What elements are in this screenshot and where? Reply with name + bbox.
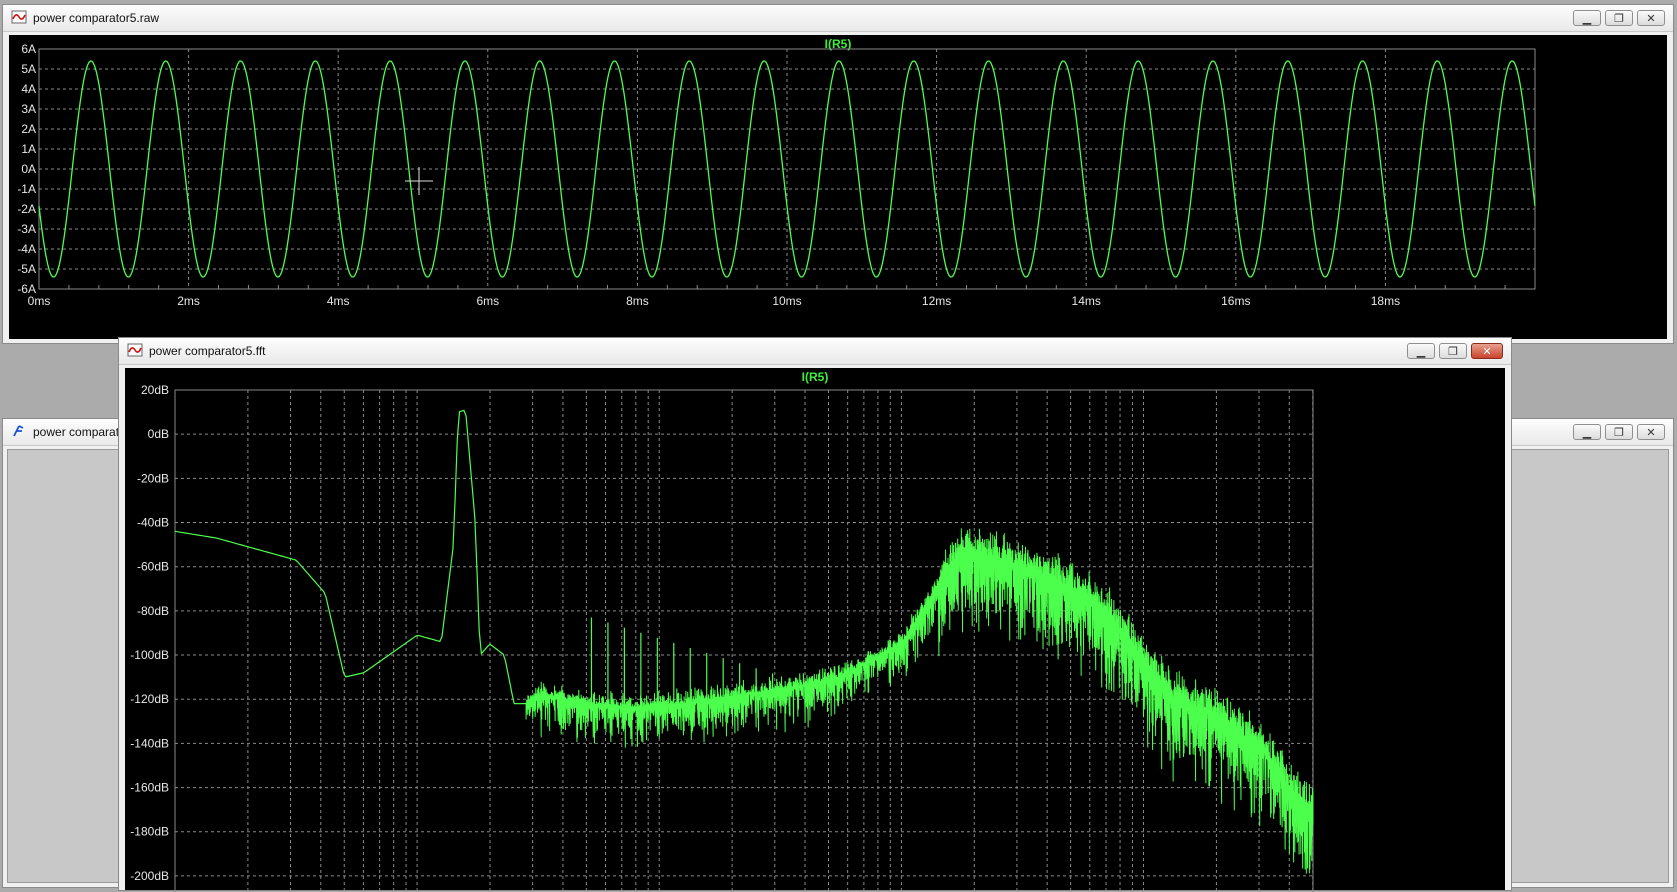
x-tick-label: 4ms xyxy=(327,294,350,308)
close-button[interactable]: ✕ xyxy=(1637,10,1665,26)
y-tick-label: -20dB xyxy=(137,471,169,485)
maximize-icon: ❐ xyxy=(1614,11,1624,25)
y-tick-label: -160dB xyxy=(130,781,169,795)
y-tick-label: -5A xyxy=(17,262,36,276)
y-tick-label: -4A xyxy=(17,242,36,256)
y-tick-label: -2A xyxy=(17,202,36,216)
maximize-button[interactable]: ❐ xyxy=(1439,343,1467,359)
y-tick-label: -100dB xyxy=(130,648,169,662)
close-button[interactable]: ✕ xyxy=(1471,343,1503,359)
y-tick-label: -180dB xyxy=(130,825,169,839)
x-tick-label: 6ms xyxy=(476,294,499,308)
fft-titlebar[interactable]: power comparator5.fft ▁ ❐ ✕ xyxy=(119,338,1511,365)
fft-window[interactable]: power comparator5.fft ▁ ❐ ✕ I(R5) 20dB 0d… xyxy=(118,337,1512,892)
y-tick-label: -60dB xyxy=(137,560,169,574)
y-tick-label: -3A xyxy=(17,222,36,236)
y-tick-label: -80dB xyxy=(137,604,169,618)
x-tick-label: 8ms xyxy=(626,294,649,308)
y-tick-label: 0A xyxy=(21,162,36,176)
close-icon: ✕ xyxy=(1482,344,1492,358)
maximize-icon: ❐ xyxy=(1448,344,1458,358)
fft-trace-noise xyxy=(525,528,1314,874)
y-tick-label: -120dB xyxy=(130,692,169,706)
waveform-title: power comparator5.raw xyxy=(33,11,160,25)
y-tick-label: -200dB xyxy=(130,869,169,883)
close-icon: ✕ xyxy=(1646,425,1656,439)
close-icon: ✕ xyxy=(1646,11,1656,25)
y-tick-label: -140dB xyxy=(130,736,169,750)
fft-title: power comparator5.fft xyxy=(149,344,266,358)
minimize-icon: ▁ xyxy=(1416,344,1426,358)
y-tick-label: 6A xyxy=(21,42,36,56)
fft-app-icon xyxy=(127,343,143,357)
y-tick-label: 0dB xyxy=(148,427,169,441)
close-button[interactable]: ✕ xyxy=(1637,424,1665,440)
waveform-titlebar[interactable]: power comparator5.raw ▁ ❐ ✕ xyxy=(3,5,1673,32)
x-tick-label: 18ms xyxy=(1371,294,1400,308)
y-tick-label: -1A xyxy=(17,182,36,196)
x-tick-label: 2ms xyxy=(177,294,200,308)
y-tick-label: -40dB xyxy=(137,516,169,530)
x-tick-label: 14ms xyxy=(1072,294,1101,308)
waveform-chart[interactable]: 6A5A4A3A2A1A0A-1A-2A-3A-4A-5A-6A0ms 2ms 4m… xyxy=(9,35,1669,339)
minimize-button[interactable]: ▁ xyxy=(1573,10,1601,26)
maximize-button[interactable]: ❐ xyxy=(1605,10,1633,26)
schematic-app-icon xyxy=(13,425,24,437)
x-tick-label: 10ms xyxy=(772,294,801,308)
maximize-button[interactable]: ❐ xyxy=(1605,424,1633,440)
x-tick-label: 12ms xyxy=(922,294,951,308)
waveform-plot-area[interactable]: I(R5) 6A 5A 4A 3A 2A 1A 0A -1A -2A -3A -4A -5A -6A 0m… xyxy=(9,35,1667,339)
minimize-button[interactable]: ▁ xyxy=(1407,343,1435,359)
waveform-window[interactable]: power comparator5.raw ▁ ❐ ✕ I(R5) 6A 5A 4A… xyxy=(2,4,1674,344)
fft-chart[interactable]: 20dB 0dB -20dB -40dB -60dB -80dB -100dB -120dB -… xyxy=(125,368,1507,892)
y-tick-label: 20dB xyxy=(141,383,169,397)
y-tick-label: 5A xyxy=(21,62,36,76)
minimize-icon: ▁ xyxy=(1582,425,1592,439)
y-tick-label: 3A xyxy=(21,102,36,116)
y-tick-label: 2A xyxy=(21,122,36,136)
minimize-icon: ▁ xyxy=(1582,11,1592,25)
fft-plot-area[interactable]: I(R5) 20dB 0dB -20dB -40dB -60dB -80dB -100dB -… xyxy=(125,368,1507,892)
y-tick-label: 1A xyxy=(21,142,36,156)
minimize-button[interactable]: ▁ xyxy=(1573,424,1601,440)
plot-frame xyxy=(174,389,1314,892)
fft-trace-envelope xyxy=(174,409,1314,811)
maximize-icon: ❐ xyxy=(1614,425,1624,439)
x-tick-label: 0ms xyxy=(28,294,51,308)
waveform-app-icon xyxy=(11,10,27,24)
x-tick-label: 16ms xyxy=(1221,294,1250,308)
y-tick-label: 4A xyxy=(21,82,36,96)
